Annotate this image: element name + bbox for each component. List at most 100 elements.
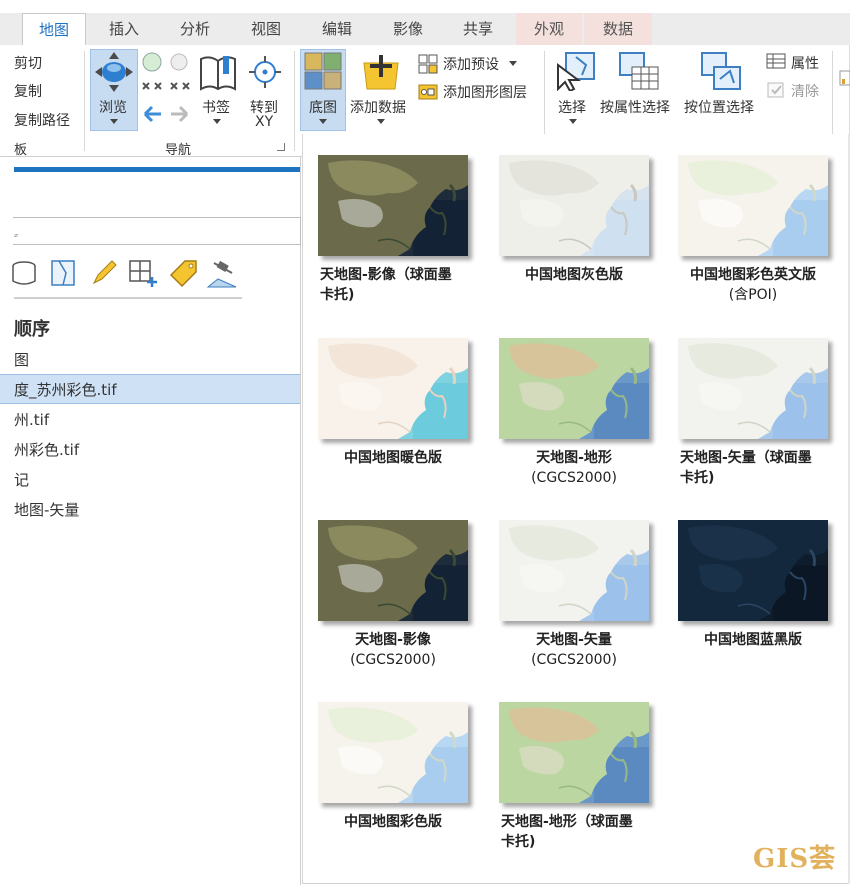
add-preset-dropdown-caret[interactable] [509,61,517,66]
basemap-thumbnail-image [318,520,468,621]
basemap-title-line1: 天地图-影像 [355,632,431,648]
copy-path-button[interactable]: 复制路径 [14,110,70,130]
tab-appearance[interactable]: 外观 [516,13,582,45]
toc-item[interactable]: 图 [14,349,29,370]
bookmarks-dropdown-caret[interactable] [213,119,221,124]
basemap-title-line2: (CGCS2000) [350,652,436,668]
basemap-title-line1: 中国地图彩色英文版 [690,267,816,283]
add-data-button[interactable]: 添加数据 [350,97,406,117]
basemap-thumbnail[interactable] [499,155,649,256]
clear-selection-button[interactable]: 清除 [791,81,819,101]
basemap-title-line2: (CGCS2000) [531,470,617,486]
select-dropdown-caret[interactable] [569,119,577,124]
basemap-title-line1: 天地图-影像（球面墨 [320,267,452,283]
add-preset-button[interactable]: 添加预设 [443,54,499,74]
tab-view[interactable]: 视图 [234,13,298,45]
tab-data[interactable]: 数据 [584,13,652,45]
explore-label: 浏览 [99,100,127,116]
basemap-title-line1: 天地图-地形 [536,450,612,466]
basemap-thumbnail-image [499,702,649,803]
basemap-thumbnail-image [499,520,649,621]
basemap-thumbnail[interactable] [318,702,468,803]
add-graphics-layer-button[interactable]: 添加图形图层 [443,82,527,102]
select-icon [557,52,595,91]
ribbon-separator [84,51,85,151]
list-by-snapping-icon[interactable] [128,257,160,289]
basemap-title: 天地图-矢量（球面墨 卡托) [680,448,840,488]
basemap-thumbnail[interactable] [318,520,468,621]
goto-xy-label-line2[interactable]: XY [255,114,273,130]
list-by-selection-icon[interactable] [50,257,78,289]
basemap-thumbnail[interactable] [499,520,649,621]
basemap-thumbnail[interactable] [678,338,828,439]
explore-dropdown-caret[interactable] [110,119,118,124]
select-by-location-button[interactable]: 按位置选择 [684,97,754,117]
toc-item-selected[interactable]: 度_苏州彩色.tif [14,379,117,400]
attributes-icon [766,53,786,69]
tab-share[interactable]: 共享 [446,13,510,45]
contents-search-input[interactable]: ٍ [13,217,301,245]
basemap-thumbnail-image [318,155,468,256]
basemap-thumbnail[interactable] [678,155,828,256]
list-by-data-source-icon[interactable] [12,257,38,289]
add-graphics-layer-icon [418,84,438,100]
list-by-labeling-tag-icon[interactable] [168,257,200,289]
tab-edit[interactable]: 编辑 [305,13,369,45]
basemap-gallery: 天地图-影像（球面墨 卡托) 中国地图灰色版 中国地图彩色英文版 (含POI) 中国地图暖… [302,134,848,884]
watermark-logo: GIS荟 [753,844,837,874]
basemap-thumbnail[interactable] [678,520,828,621]
drawing-order-heading: 顺序 [14,319,50,340]
basemap-title-line2: 卡托) [501,834,536,850]
basemap-title-line1: 天地图-矢量 [536,632,612,648]
basemap-thumbnail-image [318,338,468,439]
nav-small-icons [142,52,190,123]
attributes-button[interactable]: 属性 [791,53,819,73]
gallery-bottom-border [302,883,848,884]
basemap-thumbnail-image [499,155,649,256]
ribbon-separator [294,51,295,151]
tab-analysis[interactable]: 分析 [163,13,227,45]
basemap-title-line2: (CGCS2000) [531,652,617,668]
pane-title-accent [14,167,300,172]
toc-item[interactable]: 记 [14,469,29,490]
goto-xy-icon [249,56,281,88]
add-data-icon [363,55,399,90]
basemap-title: 中国地图蓝黑版 [668,630,838,650]
tab-imagery[interactable]: 影像 [376,13,440,45]
navigate-group-label: 导航 [165,143,192,158]
select-by-attributes-button[interactable]: 按属性选择 [600,97,670,117]
basemap-title: 天地图-影像（球面墨 卡托) [320,265,480,305]
toc-item[interactable]: 州彩色.tif [14,439,79,460]
tab-map[interactable]: 地图 [22,13,86,46]
toc-item[interactable]: 州.tif [14,409,49,430]
basemap-thumbnail-image [499,338,649,439]
basemap-title-line2: 卡托) [680,470,715,486]
basemap-thumbnail[interactable] [318,155,468,256]
add-preset-icon [418,54,438,74]
bookmarks-button[interactable]: 书签 [202,97,230,117]
cut-button[interactable]: 剪切 [14,53,42,73]
toc-item[interactable]: 地图-矢量 [14,499,79,520]
select-button[interactable]: 选择 [558,97,586,117]
basemap-title-line1: 中国地图彩色版 [344,814,442,830]
overflow-tool-icon[interactable] [838,69,850,93]
add-data-dropdown-caret[interactable] [377,119,385,124]
navigate-dialog-launcher-icon[interactable] [277,143,285,151]
bookmarks-icon [200,56,236,91]
gallery-scrollbar[interactable] [848,134,850,884]
contents-pane: ٍ 顺序 图 度_苏州彩色.tif 州.tif 州彩色.tif 记 地图-矢量 [0,157,301,885]
list-by-editing-pencil-icon[interactable] [90,257,118,289]
basemap-thumbnail[interactable] [499,338,649,439]
explore-icon [95,52,133,92]
basemap-dropdown-caret[interactable] [319,119,327,124]
basemap-thumbnail-image [678,520,828,621]
basemap-thumbnail[interactable] [499,702,649,803]
clipboard-group-label: 板 [14,143,28,158]
basemap-title-line2: (含POI) [728,287,778,303]
list-by-perspective-imagery-icon[interactable] [206,257,238,289]
tab-insert[interactable]: 插入 [92,13,156,45]
basemap-thumbnail-image [318,702,468,803]
basemap-icon [304,52,342,90]
copy-button[interactable]: 复制 [14,81,42,101]
basemap-thumbnail[interactable] [318,338,468,439]
